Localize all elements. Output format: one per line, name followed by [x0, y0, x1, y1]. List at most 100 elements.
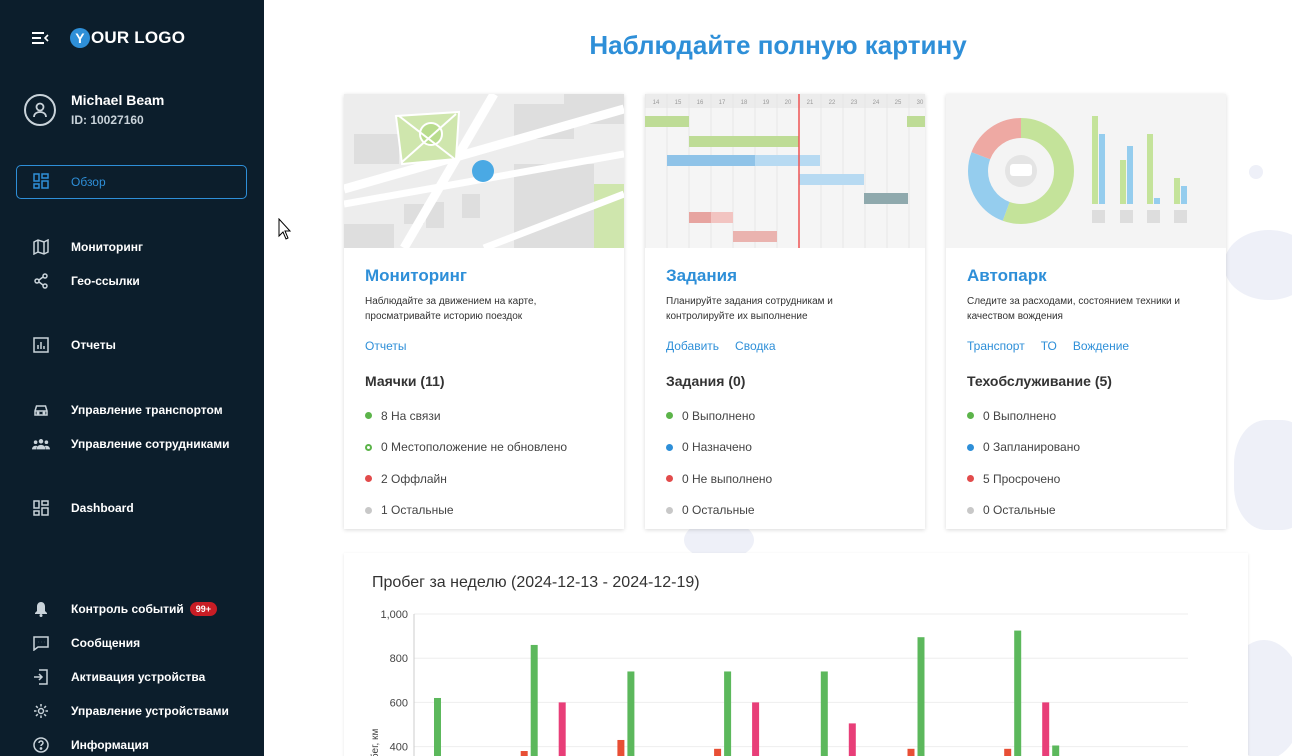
stat-row[interactable]: 0 Выполнено	[967, 400, 1226, 432]
stat-row[interactable]: 0 Остальные	[666, 495, 925, 527]
status-dot	[666, 506, 673, 514]
stat-label: 0 Остальные	[682, 503, 755, 518]
stat-label: 0 Выполнено	[682, 408, 756, 423]
sidebar-item-label: Управление устройствами	[71, 704, 229, 718]
status-dot	[666, 443, 673, 451]
sidebar-header: Y OUR LOGO	[30, 28, 185, 48]
stat-row[interactable]: 0 Остальные	[967, 495, 1226, 527]
map-illustration	[344, 94, 624, 248]
stat-row[interactable]: 0 Запланировано	[967, 432, 1226, 464]
gantt-day-label: 24	[873, 100, 880, 106]
sidebar-item-label: Отчеты	[71, 338, 116, 352]
sidebar-item-overview[interactable]: Обзор	[16, 165, 247, 199]
maintenance-stat-title: Техобслуживание (5)	[967, 373, 1112, 389]
add-task-link[interactable]: Добавить	[666, 339, 719, 353]
driving-link[interactable]: Вождение	[1073, 339, 1129, 353]
y-tick-label: 1,000	[380, 609, 408, 621]
gear-icon	[32, 702, 50, 720]
sidebar-item-employees[interactable]: Управление сотрудниками	[32, 435, 230, 453]
monitoring-card-title[interactable]: Мониторинг	[365, 266, 624, 286]
background-decoration	[1234, 420, 1292, 530]
sidebar-item-label: Обзор	[71, 175, 106, 189]
summary-link[interactable]: Сводка	[735, 339, 776, 353]
help-icon	[32, 736, 50, 754]
user-profile[interactable]: Michael Beam ID: 10027160	[24, 92, 164, 127]
sidebar-item-label: Информация	[71, 738, 149, 752]
sidebar-item-label: Контроль событий	[71, 602, 184, 616]
background-decoration	[1249, 165, 1263, 179]
stat-label: 1 Остальные	[381, 503, 454, 518]
car-icon	[32, 401, 50, 419]
stat-row[interactable]: 8 На связи	[365, 400, 624, 432]
sidebar-item-device-management[interactable]: Управление устройствами	[32, 702, 229, 720]
sidebar-item-label: Гео-ссылки	[71, 274, 140, 288]
chart-bar	[820, 671, 828, 756]
stat-row[interactable]: 2 Оффлайн	[365, 463, 624, 495]
dashboard-grid-icon	[33, 172, 49, 192]
login-icon	[32, 668, 50, 686]
sidebar-item-label: Управление транспортом	[71, 403, 223, 417]
chart-bar	[434, 697, 441, 756]
user-name: Michael Beam	[71, 92, 165, 108]
gantt-day-label: 23	[851, 100, 858, 106]
status-dot	[365, 475, 372, 483]
gantt-day-label: 21	[807, 100, 814, 106]
tasks-card: 14 15 16 17 18 19 20 21 22 23 24 25 30 Задания Плани…	[645, 94, 925, 529]
stat-row[interactable]: 0 Выполнено	[666, 400, 925, 432]
people-icon	[32, 435, 50, 453]
stat-row[interactable]: 1 Остальные	[365, 495, 624, 527]
stat-row[interactable]: 0 Назначено	[666, 432, 925, 464]
fleet-card-title[interactable]: Автопарк	[967, 266, 1226, 286]
chart-bar	[724, 671, 732, 756]
events-count-badge: 99+	[189, 602, 218, 616]
chart-bar	[1042, 702, 1050, 756]
mileage-chart: 1,000 800 600 400 Пробег, км	[369, 609, 1188, 756]
stat-row[interactable]: 5 Просрочено	[967, 463, 1226, 495]
sidebar-item-transport[interactable]: Управление транспортом	[32, 401, 223, 419]
sidebar-item-device-activation[interactable]: Активация устройства	[32, 668, 205, 686]
share-icon	[32, 272, 50, 290]
fleet-illustration	[946, 94, 1226, 248]
chart-bar	[530, 644, 538, 756]
stat-row[interactable]: 0 Не выполнено	[666, 463, 925, 495]
sidebar-item-messages[interactable]: Сообщения	[32, 634, 140, 652]
sidebar-item-label: Активация устройства	[71, 670, 206, 684]
sidebar-item-geolinks[interactable]: Гео-ссылки	[32, 272, 140, 290]
maintenance-link[interactable]: ТО	[1041, 339, 1057, 353]
stat-row[interactable]: 0 Местоположение не обновлено	[365, 432, 624, 464]
beacons-stat-title: Маячки (11)	[365, 373, 445, 389]
y-tick-label: 800	[390, 653, 408, 665]
transport-link[interactable]: Транспорт	[967, 339, 1025, 353]
tasks-card-title[interactable]: Задания	[666, 266, 925, 286]
logo[interactable]: Y OUR LOGO	[70, 28, 185, 48]
dashboard-icon	[32, 499, 50, 517]
stat-label: 0 Назначено	[682, 440, 752, 455]
chart-bar	[714, 748, 722, 756]
gantt-day-label: 20	[785, 100, 792, 106]
stat-label: 2 Оффлайн	[381, 471, 447, 486]
logo-mark: Y	[70, 28, 90, 48]
map-icon	[32, 238, 50, 256]
message-icon	[32, 634, 50, 652]
monitoring-card-description: Наблюдайте за движением на карте, просма…	[365, 296, 537, 322]
sidebar-item-dashboard[interactable]: Dashboard	[32, 499, 134, 517]
status-dot	[365, 506, 372, 514]
sidebar-item-info[interactable]: Информация	[32, 736, 149, 754]
status-dot	[967, 412, 974, 420]
stat-label: 0 Запланировано	[983, 440, 1080, 455]
sidebar-item-monitoring[interactable]: Мониторинг	[32, 238, 143, 256]
chart-bar	[1052, 745, 1060, 756]
sidebar-item-events[interactable]: Контроль событий 99+	[32, 600, 218, 618]
status-dot	[967, 443, 974, 451]
sidebar-item-reports[interactable]: Отчеты	[32, 336, 116, 354]
stat-label: 0 Не выполнено	[682, 471, 773, 486]
gantt-day-label: 25	[895, 100, 902, 106]
user-icon	[33, 102, 47, 117]
status-dot	[967, 506, 974, 514]
chart-icon	[32, 336, 50, 354]
menu-collapse-icon[interactable]	[30, 28, 50, 48]
reports-link[interactable]: Отчеты	[365, 339, 406, 353]
gantt-day-label: 14	[653, 100, 660, 106]
stat-label: 5 Просрочено	[983, 471, 1061, 486]
fleet-card: Автопарк Следите за расходами, состояние…	[946, 94, 1226, 529]
